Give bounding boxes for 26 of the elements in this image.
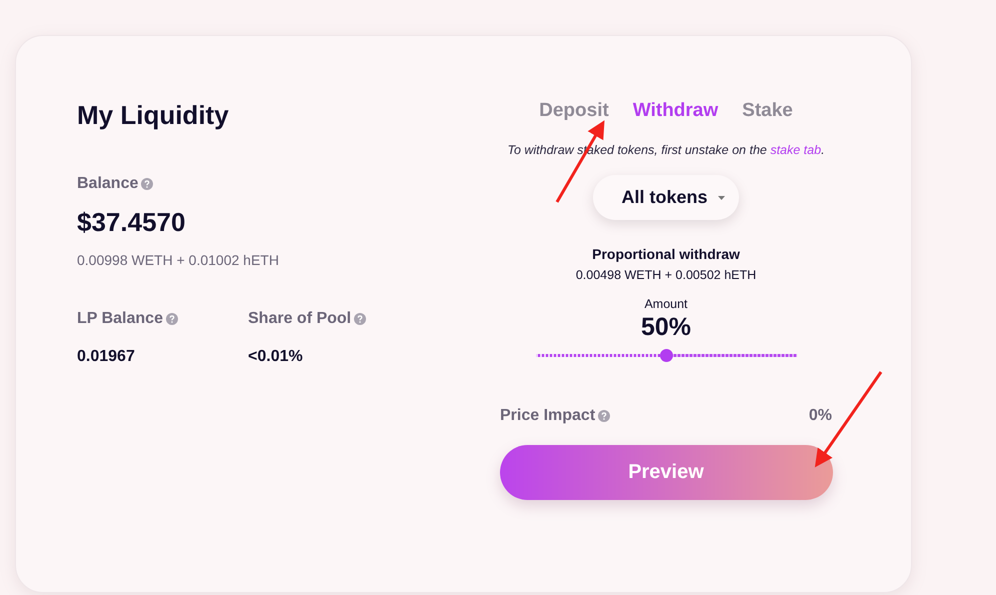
help-icon[interactable] [141,178,154,190]
caret-icon [718,196,725,200]
stake-tab-link[interactable]: stake tab [770,143,822,157]
amount-label: Amount [644,297,688,311]
preview-button[interactable]: Preview [500,445,832,500]
stat-value: 0.01967 [77,348,136,366]
tab[interactable]: Deposit [529,100,619,122]
tab[interactable]: Withdraw [622,100,728,122]
tab[interactable]: Stake [732,100,803,122]
amount-value: 50% [640,313,692,342]
price-impact-value: 0% [808,407,832,425]
section-title: My Liquidity [77,100,230,131]
stat-value: <0.01% [248,348,304,366]
token-dropdown[interactable]: All tokens [593,175,739,220]
stat-label: Share of Pool [248,310,352,328]
stat-label: Price Impact [500,407,596,425]
stat-label: LP Balance [77,310,163,328]
balance-breakdown: 0.00998 WETH + 0.01002 hETH [77,252,280,268]
stat-label: Balance [77,175,138,193]
help-icon[interactable] [354,313,366,325]
help-icon[interactable] [166,313,178,325]
help-icon[interactable] [598,410,610,422]
withdraw-title: Proportional withdraw [592,246,740,262]
balance-value: $37.4570 [77,207,186,238]
slider-thumb[interactable] [660,349,673,362]
withdraw-amounts: 0.00498 WETH + 0.00502 hETH [576,268,756,282]
